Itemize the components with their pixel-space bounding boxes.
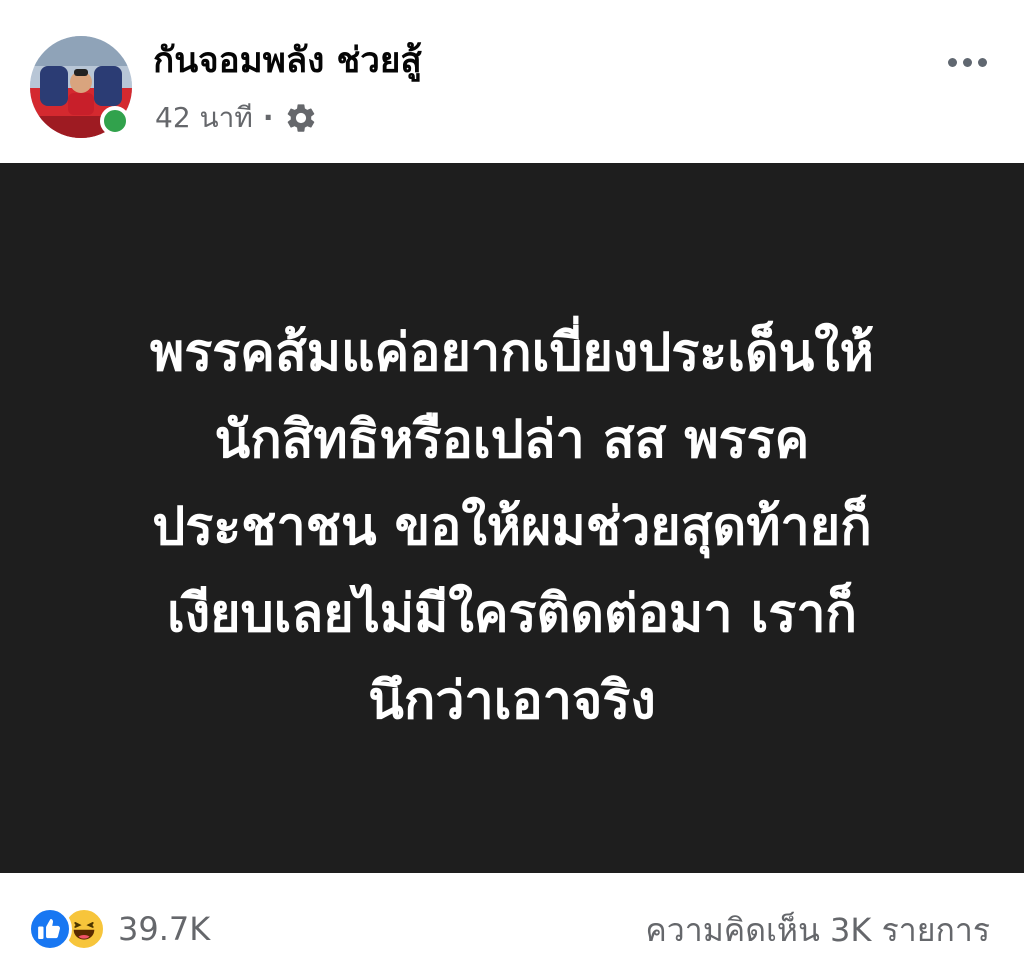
like-icon [28, 907, 72, 951]
post-timestamp[interactable]: 42 นาที [155, 104, 253, 132]
post-text-panel[interactable]: พรรคส้มแค่อยากเบี่ยงประเด็นให้ นักสิทธิห… [0, 163, 1024, 873]
online-status-dot [100, 106, 130, 136]
gear-icon[interactable] [284, 101, 318, 135]
post-text: พรรคส้มแค่อยากเบี่ยงประเด็นให้ นักสิทธิห… [62, 310, 962, 745]
author-name[interactable]: กันจอมพลัง ช่วยสู้ [153, 44, 422, 79]
post-meta: 42 นาที · [155, 98, 318, 138]
more-dots-icon[interactable] [936, 44, 998, 80]
post-text-line: พรรคส้มแค่อยากเบี่ยงประเด็นให้ [150, 322, 874, 383]
dot [977, 57, 987, 67]
post-text-line: ประชาชน ขอให้ผมช่วยสุดท้ายก็ [152, 496, 872, 557]
meta-separator: · [262, 101, 274, 134]
dot [962, 57, 972, 67]
post-text-line: เงียบเลยไม่มีใครติดต่อมา เราก็ [166, 583, 858, 644]
comments-count-link[interactable]: ความคิดเห็น 3K รายการ [645, 908, 990, 952]
post-text-line: นึกว่าเอาจริง [368, 670, 656, 731]
post-text-line: นักสิทธิหรือเปล่า สส พรรค [214, 409, 810, 470]
post-header: กันจอมพลัง ช่วยสู้ 42 นาที · [0, 0, 1024, 163]
dot [947, 57, 957, 67]
reactions-summary[interactable]: 39.7K [28, 905, 210, 953]
reaction-count: 39.7K [118, 910, 211, 948]
